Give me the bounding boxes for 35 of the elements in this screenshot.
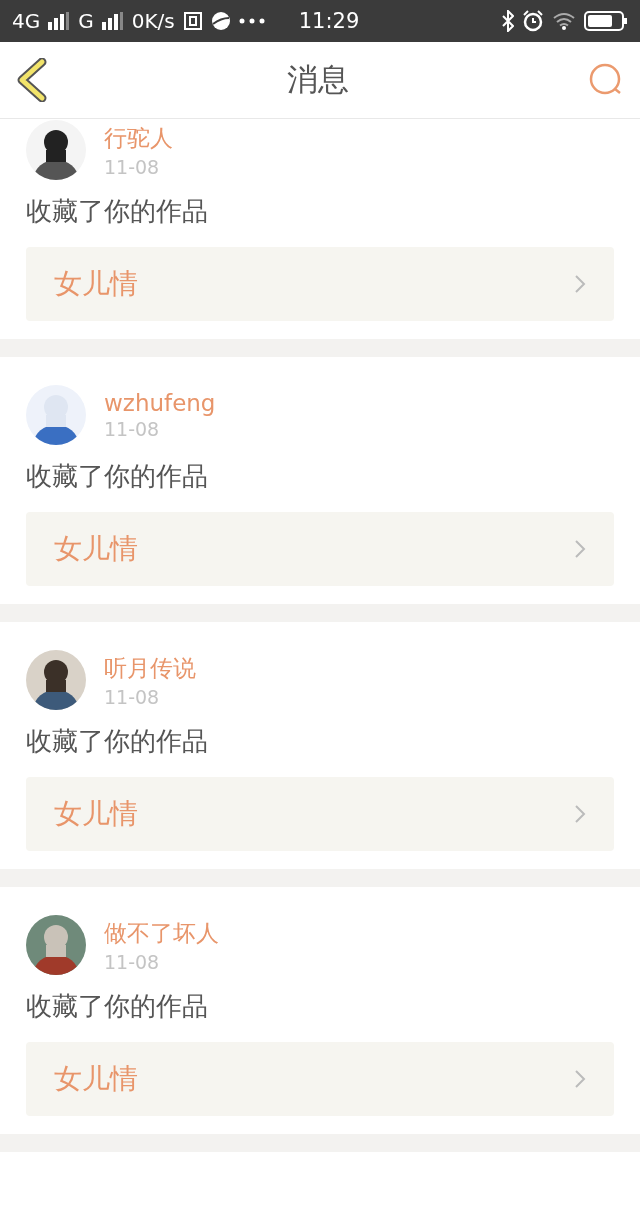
- user-name[interactable]: 做不了坏人: [104, 917, 219, 949]
- network-label: G: [78, 9, 94, 33]
- message-text: 收藏了你的作品: [26, 195, 209, 228]
- message-date: 11-08: [104, 155, 161, 178]
- back-icon[interactable]: [16, 58, 48, 102]
- user-name[interactable]: 听月传说: [104, 652, 196, 684]
- user-name[interactable]: wzhufeng: [104, 390, 216, 416]
- work-link[interactable]: 女儿情: [26, 1042, 614, 1116]
- work-link[interactable]: 女儿情: [26, 247, 614, 321]
- alarm-icon: [522, 10, 544, 32]
- work-link[interactable]: 女儿情: [26, 777, 614, 851]
- message-text: 收藏了你的作品: [26, 990, 209, 1023]
- battery-icon: [584, 11, 628, 31]
- wifi-icon: [552, 12, 576, 30]
- user-name[interactable]: 行驼人: [104, 122, 173, 154]
- message-text: 收藏了你的作品: [26, 725, 209, 758]
- chevron-icon: [574, 274, 586, 294]
- message-date: 11-08: [104, 950, 161, 973]
- bluetooth-icon: [502, 10, 514, 32]
- network-label: 4G: [12, 9, 41, 33]
- message-date: 11-08: [104, 418, 161, 440]
- more-icon: [238, 18, 265, 24]
- message-date: 11-08: [104, 685, 161, 708]
- planet-icon: [210, 11, 231, 31]
- signal-icon: [48, 12, 71, 30]
- message-text: 收藏了你的作品: [26, 460, 209, 493]
- speed-label: 0K/s: [131, 9, 175, 33]
- clock-time: 11:29: [298, 9, 360, 33]
- chevron-icon: [574, 804, 586, 824]
- signal-icon: [101, 12, 124, 30]
- app-icon: [182, 11, 203, 31]
- chevron-icon: [574, 1069, 586, 1089]
- chevron-icon: [574, 539, 586, 559]
- page-title: 消息: [287, 60, 349, 99]
- work-link[interactable]: 女儿情: [26, 512, 614, 586]
